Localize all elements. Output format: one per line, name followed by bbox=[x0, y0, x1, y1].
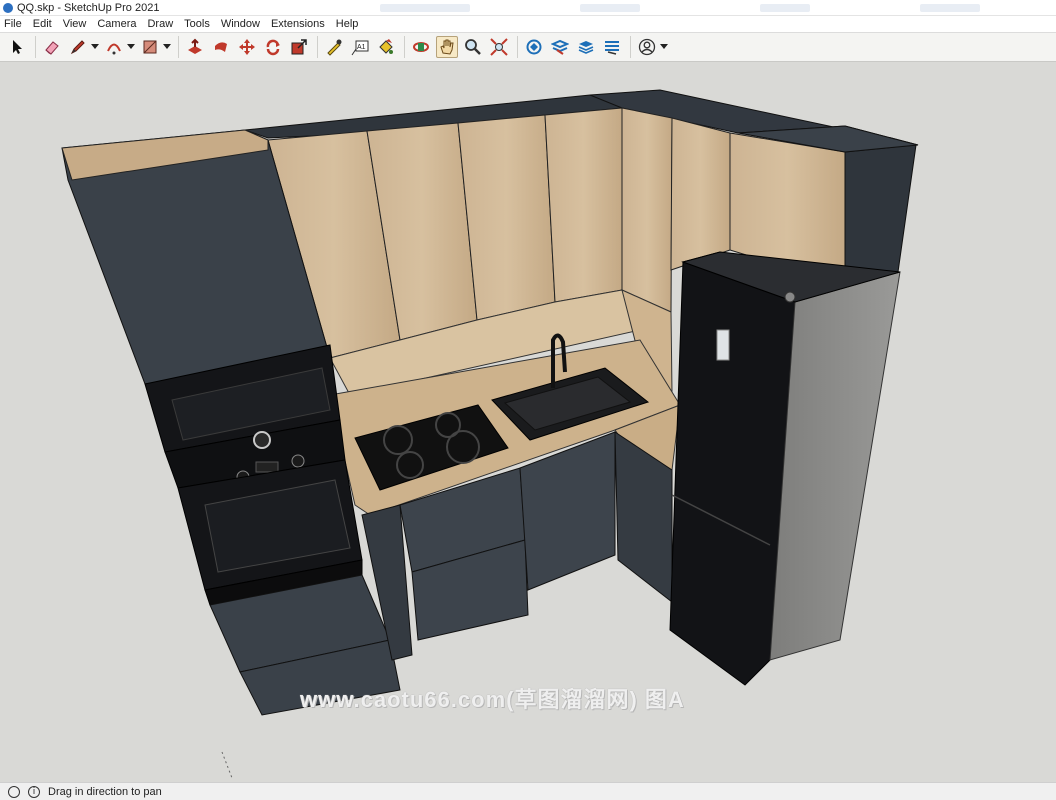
geolocation-icon[interactable] bbox=[8, 785, 20, 798]
main-toolbar: A1 bbox=[0, 32, 1056, 62]
chevron-down-icon bbox=[660, 44, 668, 49]
info-icon[interactable]: i bbox=[28, 785, 40, 798]
background-tab-blur bbox=[760, 4, 810, 12]
chevron-down-icon bbox=[163, 44, 171, 49]
zoom-extents-tool[interactable] bbox=[488, 36, 510, 58]
sketchup-logo-icon bbox=[3, 2, 13, 13]
layout-icon bbox=[578, 41, 594, 54]
built-in-appliances bbox=[144, 344, 363, 606]
title-bar: QQ.skp - SketchUp Pro 2021 bbox=[0, 0, 1056, 16]
window-title: QQ.skp - SketchUp Pro 2021 bbox=[17, 1, 160, 14]
extension-warehouse-icon bbox=[551, 39, 569, 55]
menu-window[interactable]: Window bbox=[221, 18, 260, 30]
orbit-icon bbox=[413, 42, 429, 52]
toolbar-separator bbox=[178, 36, 179, 58]
push-pull-icon bbox=[188, 38, 202, 54]
text-tool[interactable]: A1 bbox=[349, 36, 371, 58]
axis-line bbox=[221, 751, 233, 779]
account-dropdown[interactable] bbox=[660, 36, 668, 58]
refrigerator bbox=[669, 251, 901, 686]
select-tool[interactable] bbox=[6, 36, 28, 58]
text-icon: A1 bbox=[351, 40, 369, 56]
eraser-tool[interactable] bbox=[41, 36, 63, 58]
user-icon bbox=[638, 38, 656, 56]
arc-dropdown[interactable] bbox=[127, 36, 135, 58]
toolbar-separator bbox=[517, 36, 518, 58]
menu-draw[interactable]: Draw bbox=[147, 18, 173, 30]
eraser-icon bbox=[45, 41, 59, 55]
account-menu[interactable] bbox=[636, 36, 658, 58]
paint-bucket-icon bbox=[379, 39, 393, 54]
rotate-tool[interactable] bbox=[262, 36, 284, 58]
arrow-cursor-icon bbox=[13, 40, 22, 54]
warehouse-tool[interactable] bbox=[523, 36, 545, 58]
menu-view[interactable]: View bbox=[63, 18, 87, 30]
status-bar: i Drag in direction to pan bbox=[0, 782, 1056, 800]
menu-extensions[interactable]: Extensions bbox=[271, 18, 325, 30]
tape-measure-tool[interactable] bbox=[323, 36, 345, 58]
watermark-text: www.caotu66.com(草图溜溜网) 图A bbox=[300, 687, 685, 712]
model-viewport[interactable] bbox=[0, 62, 1056, 782]
orbit-tool[interactable] bbox=[410, 36, 432, 58]
svg-text:A1: A1 bbox=[357, 44, 366, 51]
menu-tools[interactable]: Tools bbox=[184, 18, 210, 30]
move-tool[interactable] bbox=[236, 36, 258, 58]
pencil-tool[interactable] bbox=[67, 36, 89, 58]
menu-camera[interactable]: Camera bbox=[97, 18, 136, 30]
menu-file[interactable]: File bbox=[4, 18, 22, 30]
extension-warehouse-tool[interactable] bbox=[549, 36, 571, 58]
zoom-tool[interactable] bbox=[462, 36, 484, 58]
background-tab-blur bbox=[920, 4, 980, 12]
pencil-dropdown[interactable] bbox=[91, 36, 99, 58]
rectangle-icon bbox=[143, 40, 157, 54]
rectangle-dropdown[interactable] bbox=[163, 36, 171, 58]
send-to-layout-icon bbox=[605, 41, 619, 55]
menu-edit[interactable]: Edit bbox=[33, 18, 52, 30]
arc-tool[interactable] bbox=[103, 36, 125, 58]
upper-corner-cabinet bbox=[844, 144, 917, 286]
hand-icon bbox=[440, 39, 454, 55]
paint-bucket-tool[interactable] bbox=[375, 36, 397, 58]
move-icon bbox=[239, 39, 255, 55]
layout-tool[interactable] bbox=[575, 36, 597, 58]
kitchen-model bbox=[61, 89, 919, 779]
background-tab-blur bbox=[380, 4, 470, 12]
menu-help[interactable]: Help bbox=[336, 18, 359, 30]
follow-me-tool[interactable] bbox=[210, 36, 232, 58]
menu-bar: File Edit View Camera Draw Tools Window … bbox=[0, 16, 1056, 32]
follow-me-icon bbox=[215, 42, 227, 52]
status-message: Drag in direction to pan bbox=[48, 785, 162, 798]
toolbar-separator bbox=[35, 36, 36, 58]
toolbar-separator bbox=[317, 36, 318, 58]
pencil-icon bbox=[70, 40, 85, 55]
rotate-icon bbox=[266, 39, 280, 56]
pan-tool[interactable] bbox=[436, 36, 458, 58]
magnifier-icon bbox=[465, 39, 481, 55]
background-tab-blur bbox=[580, 4, 640, 12]
rectangle-tool[interactable] bbox=[139, 36, 161, 58]
scale-tool[interactable] bbox=[288, 36, 310, 58]
tape-measure-icon bbox=[327, 39, 342, 56]
scale-icon bbox=[291, 39, 307, 55]
arc-icon bbox=[107, 43, 121, 55]
send-to-layout-tool[interactable] bbox=[601, 36, 623, 58]
chevron-down-icon bbox=[91, 44, 99, 49]
chevron-down-icon bbox=[127, 44, 135, 49]
toolbar-separator bbox=[630, 36, 631, 58]
push-pull-tool[interactable] bbox=[184, 36, 206, 58]
toolbar-separator bbox=[404, 36, 405, 58]
zoom-extents-icon bbox=[490, 38, 508, 56]
warehouse-icon bbox=[526, 39, 542, 55]
